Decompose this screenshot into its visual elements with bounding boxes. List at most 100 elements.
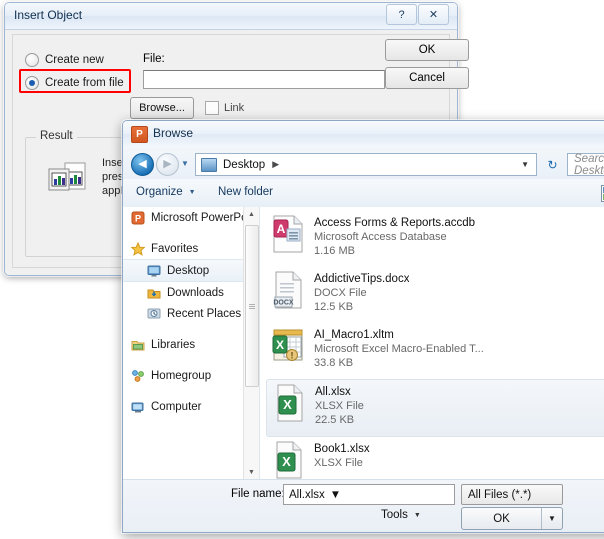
- breadcrumb-separator-icon: ▶: [272, 159, 280, 169]
- sidebar-item-downloads[interactable]: Downloads: [123, 282, 259, 303]
- svg-text:X: X: [282, 454, 291, 469]
- ok-dropdown-icon[interactable]: ▼: [542, 514, 562, 523]
- homegroup-icon: [132, 369, 144, 382]
- powerpoint-icon: P: [131, 211, 145, 224]
- file-type: Microsoft Excel Macro-Enabled T...: [314, 343, 484, 355]
- radio-create-from-file[interactable]: Create from file: [25, 76, 124, 90]
- sidebar-item-homegroup[interactable]: Homegroup: [123, 365, 259, 386]
- file-name: AddictiveTips.docx: [314, 273, 410, 285]
- radio-create-new-indicator: [25, 53, 39, 67]
- powerpoint-icon: P: [131, 126, 148, 143]
- browse-statusbar: [123, 532, 604, 533]
- ok-button[interactable]: OK: [385, 39, 469, 61]
- insert-object-title: Insert Object: [14, 8, 83, 22]
- svg-text:!: !: [291, 351, 294, 361]
- tools-button[interactable]: Tools ▼: [381, 509, 421, 521]
- link-checkbox[interactable]: Link: [205, 101, 244, 115]
- docx-file-icon: DOCX: [273, 271, 302, 309]
- close-button[interactable]: ✕: [418, 4, 449, 25]
- radio-create-from-file-indicator: [25, 76, 39, 90]
- browse-ok-label: OK: [493, 512, 510, 525]
- file-label: File:: [143, 53, 165, 65]
- file-type: XLSX File: [315, 400, 364, 412]
- sidebar-item-label: Libraries: [151, 338, 196, 351]
- organize-button[interactable]: Organize ▼: [136, 186, 196, 198]
- browse-dialog: P Browse ◀ ▶ ▼ Desktop ▶ ▼ ↻ Search Desk…: [121, 119, 604, 534]
- scrollbar-thumb[interactable]: [245, 225, 259, 387]
- sidebar-item-favorites[interactable]: Favorites: [123, 238, 259, 259]
- scroll-up-icon[interactable]: ▲: [244, 207, 259, 222]
- scroll-down-icon[interactable]: ▼: [244, 465, 259, 480]
- browse-ok-button[interactable]: OK ▼: [461, 507, 563, 530]
- file-name: Access Forms & Reports.accdb: [314, 217, 476, 229]
- sidebar-item-label: Favorites: [151, 242, 199, 255]
- file-list-item[interactable]: X Book1.xlsx XLSX File: [266, 437, 604, 480]
- scrollbar-grip-icon: [249, 303, 255, 310]
- file-metadata: AddictiveTips.docx DOCX File 12.5 KB: [314, 271, 409, 314]
- browse-footer: File name: All.xlsx ▼ All Files (*.*) To…: [123, 479, 604, 532]
- sidebar-item-label: Microsoft PowerPo: [151, 211, 248, 224]
- file-type-filter-value: All Files (*.*): [468, 488, 532, 501]
- address-bar[interactable]: Desktop ▶ ▼: [195, 153, 537, 176]
- radio-create-new[interactable]: Create new: [25, 53, 104, 67]
- refresh-icon[interactable]: ↻: [541, 153, 564, 176]
- new-folder-button[interactable]: New folder: [218, 186, 273, 198]
- forward-icon[interactable]: ▶: [156, 153, 179, 176]
- star-icon: [131, 241, 145, 256]
- link-checkbox-label: Link: [224, 102, 245, 114]
- chevron-down-icon: ▼: [188, 188, 196, 196]
- search-input[interactable]: Search Desktop: [567, 152, 604, 177]
- sidebar-item-computer[interactable]: Computer: [123, 396, 259, 417]
- file-size: 1.16 MB: [314, 245, 355, 257]
- xlsx-file-icon: X: [277, 384, 303, 422]
- computer-icon: [131, 402, 144, 412]
- address-dropdown-icon[interactable]: ▼: [521, 160, 529, 169]
- file-type-filter[interactable]: All Files (*.*): [461, 484, 563, 505]
- search-placeholder: Search Desktop: [574, 152, 604, 177]
- browse-button[interactable]: Browse...: [130, 97, 194, 119]
- tools-label: Tools: [381, 509, 408, 521]
- svg-text:A: A: [277, 222, 286, 236]
- sidebar-item-label: Recent Places: [167, 307, 242, 320]
- sidebar-item-libraries[interactable]: Libraries: [123, 334, 259, 355]
- new-folder-label: New folder: [218, 186, 273, 198]
- browse-content: P Microsoft PowerPo Favorites Desktop Do…: [123, 207, 604, 480]
- browse-title: Browse: [153, 126, 194, 140]
- file-list: A Access Forms & Reports.accdb Microsoft…: [260, 207, 604, 480]
- sidebar-item-desktop[interactable]: Desktop: [123, 259, 259, 282]
- breadcrumb-desktop[interactable]: Desktop: [223, 159, 265, 171]
- browse-titlebar: P Browse: [123, 121, 604, 148]
- file-type: XLSX File: [314, 457, 363, 469]
- help-button[interactable]: ?: [386, 4, 417, 25]
- svg-text:X: X: [276, 338, 284, 352]
- sidebar-item-recent-places[interactable]: Recent Places: [123, 303, 259, 324]
- file-path-input[interactable]: [143, 70, 385, 89]
- desktop-icon: [147, 265, 161, 276]
- object-preview-icon: [48, 162, 86, 191]
- svg-text:X: X: [283, 397, 292, 412]
- file-list-item[interactable]: A Access Forms & Reports.accdb Microsoft…: [266, 211, 604, 267]
- navigation-bar: ◀ ▶ ▼ Desktop ▶ ▼ ↻ Search Desktop: [123, 147, 604, 180]
- file-name: Book1.xlsx: [314, 443, 370, 455]
- recent-places-icon: [147, 308, 161, 318]
- navigation-pane: P Microsoft PowerPo Favorites Desktop Do…: [123, 207, 260, 480]
- file-name-input[interactable]: All.xlsx ▼: [283, 484, 455, 505]
- chevron-down-icon[interactable]: ▼: [330, 489, 341, 501]
- xltm-file-icon: X !: [272, 329, 303, 361]
- sidebar-scrollbar[interactable]: ▲ ▼: [243, 207, 259, 480]
- radio-create-from-file-label: Create from file: [45, 77, 124, 89]
- file-list-item-selected[interactable]: X All.xlsx XLSX File 22.5 KB: [266, 379, 604, 437]
- file-name: All.xlsx: [315, 386, 351, 398]
- history-dropdown-icon[interactable]: ▼: [181, 159, 189, 168]
- file-list-item[interactable]: X ! AI_Macro1.xltm Microsoft Excel Macro…: [266, 323, 604, 379]
- svg-text:DOCX: DOCX: [273, 300, 294, 307]
- downloads-icon: [147, 289, 161, 298]
- file-metadata: Book1.xlsx XLSX File: [314, 441, 370, 470]
- svg-text:P: P: [135, 213, 141, 223]
- sidebar-item-microsoft-powerpoint[interactable]: P Microsoft PowerPo: [123, 207, 259, 228]
- back-icon[interactable]: ◀: [131, 153, 154, 176]
- sidebar-item-label: Homegroup: [151, 369, 212, 382]
- file-list-item[interactable]: DOCX AddictiveTips.docx DOCX File 12.5 K…: [266, 267, 604, 323]
- cancel-button[interactable]: Cancel: [385, 67, 469, 89]
